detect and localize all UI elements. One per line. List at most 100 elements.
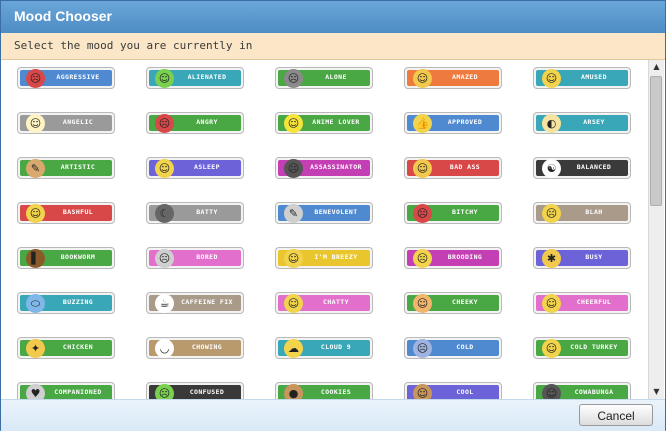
mood-button-arsey[interactable]: ◐ ARSEY: [533, 112, 631, 134]
mood-button-brooding[interactable]: ☹ BROODING: [404, 247, 502, 269]
mood-label: BALANCED: [576, 163, 612, 171]
mood-button-alone[interactable]: ☹ ALONE: [275, 67, 373, 89]
mood-button-face: ✦ CHICKEN: [20, 339, 112, 358]
mood-button-caffeine-fix[interactable]: ☕ CAFFEINE FIX: [146, 292, 244, 314]
mood-button-face: ☺ ANIME LOVER: [278, 114, 370, 133]
mood-button-cool[interactable]: ☺ COOL: [404, 382, 502, 399]
scroll-up-arrow-icon[interactable]: ▲: [650, 60, 663, 74]
mood-chooser-dialog: Mood Chooser Select the mood you are cur…: [0, 0, 666, 431]
mood-button-face: ☺ CHEERFUL: [536, 294, 628, 313]
mood-button-benevolent[interactable]: ✎ BENEVOLENT: [275, 202, 373, 224]
mood-button-aggressive[interactable]: ☹ AGGRESSIVE: [17, 67, 115, 89]
mood-button-i-m-breezy[interactable]: ☺ I'M BREEZY: [275, 247, 373, 269]
bitchy-faces-icon: ☹: [413, 204, 432, 223]
scroll-down-arrow-icon[interactable]: ▼: [650, 385, 663, 399]
companioned-icon: ♥: [26, 384, 45, 399]
mood-label: CHEEKY: [452, 298, 478, 306]
mood-button-cheerful[interactable]: ☺ CHEERFUL: [533, 292, 631, 314]
mood-label: COLD TURKEY: [570, 343, 618, 351]
mood-button-blah[interactable]: ☹ BLAH: [533, 202, 631, 224]
mood-button-chicken[interactable]: ✦ CHICKEN: [17, 337, 115, 359]
mood-button-cold[interactable]: ☹ COLD: [404, 337, 502, 359]
mood-label: BUZZING: [62, 298, 94, 306]
vertical-scrollbar[interactable]: ▲ ▼: [648, 60, 664, 399]
cheeky-face-icon: ☺: [413, 294, 432, 313]
mood-button-bored[interactable]: ☹ BORED: [146, 247, 244, 269]
bat-icon: ☾: [155, 204, 174, 223]
mood-label: BASHFUL: [62, 208, 94, 216]
mood-label: CHEERFUL: [576, 298, 612, 306]
cancel-button[interactable]: Cancel: [579, 404, 653, 426]
mood-button-face: ☺ COLD TURKEY: [536, 339, 628, 358]
mood-button-amused[interactable]: ☺ AMUSED: [533, 67, 631, 89]
mood-button-angelic[interactable]: ☺ ANGELIC: [17, 112, 115, 134]
mood-button-cheeky[interactable]: ☺ CHEEKY: [404, 292, 502, 314]
mood-button-alienated[interactable]: ☺ ALIENATED: [146, 67, 244, 89]
mood-label: AMUSED: [581, 73, 607, 81]
mood-button-amazed[interactable]: ☺ AMAZED: [404, 67, 502, 89]
mood-button-balanced[interactable]: ☯ BALANCED: [533, 157, 631, 179]
mood-button-angry[interactable]: ☹ ANGRY: [146, 112, 244, 134]
cloud-face-icon: ☁: [284, 339, 303, 358]
bashful-face-icon: ☺: [26, 204, 45, 223]
mood-label: CHOWING: [191, 343, 223, 351]
cookie-icon: ●: [284, 384, 303, 399]
mood-label: BUSY: [585, 253, 603, 261]
mood-label: APPROVED: [447, 118, 483, 126]
mood-button-face: ☺ I'M BREEZY: [278, 249, 370, 268]
mood-label: BROODING: [447, 253, 483, 261]
scrollbar-thumb[interactable]: [650, 76, 662, 206]
syringe-icon: ✎: [284, 204, 303, 223]
mood-button-chowing[interactable]: ◡ CHOWING: [146, 337, 244, 359]
mood-label: CONFUSED: [189, 388, 225, 396]
chatty-faces-icon: ☺: [284, 294, 303, 313]
mood-button-cookies[interactable]: ● COOKIES: [275, 382, 373, 399]
mood-button-bitchy[interactable]: ☹ BITCHY: [404, 202, 502, 224]
cold-face-icon: ☹: [413, 339, 432, 358]
mood-button-bad-ass[interactable]: ☺ BAD ASS: [404, 157, 502, 179]
mood-button-face: ☾ BATTY: [149, 204, 241, 223]
mood-button-batty[interactable]: ☾ BATTY: [146, 202, 244, 224]
mood-button-buzzing[interactable]: ⬭ BUZZING: [17, 292, 115, 314]
confused-face-icon: ☹: [155, 384, 174, 399]
breezy-face-icon: ☺: [284, 249, 303, 268]
mood-button-chatty[interactable]: ☺ CHATTY: [275, 292, 373, 314]
mood-button-confused[interactable]: ☹ CONFUSED: [146, 382, 244, 399]
dialog-footer: Cancel: [1, 399, 665, 431]
title-bar[interactable]: Mood Chooser: [1, 1, 665, 33]
mood-grid: ☹ AGGRESSIVE ☺ ALIENATED ☹ ALONE ☺ AMAZED ☺ AMUSE…: [3, 60, 647, 399]
mood-button-face: ☺ AMUSED: [536, 69, 628, 88]
mood-label: BITCHY: [452, 208, 478, 216]
mood-button-face: ◡ CHOWING: [149, 339, 241, 358]
mood-button-bookworm[interactable]: ▌ BOOKWORM: [17, 247, 115, 269]
mood-button-artistic[interactable]: ✎ ARTISTIC: [17, 157, 115, 179]
bored-face-icon: ☹: [155, 249, 174, 268]
mood-button-cold-turkey[interactable]: ☺ COLD TURKEY: [533, 337, 631, 359]
mood-button-approved[interactable]: 👍 APPROVED: [404, 112, 502, 134]
mood-label: ANGELIC: [62, 118, 94, 126]
mood-button-face: ⬭ BUZZING: [20, 294, 112, 313]
mood-button-anime-lover[interactable]: ☺ ANIME LOVER: [275, 112, 373, 134]
mood-button-face: ☹ ALONE: [278, 69, 370, 88]
yin-yang-icon: ☯: [542, 159, 561, 178]
mood-label: COOKIES: [320, 388, 352, 396]
dialog-title: Mood Chooser: [14, 8, 112, 24]
mood-button-face: ✱ BUSY: [536, 249, 628, 268]
mood-button-cowabunga[interactable]: ☺ COWABUNGA: [533, 382, 631, 399]
mood-label: BAD ASS: [449, 163, 481, 171]
mood-button-cloud-9[interactable]: ☁ CLOUD 9: [275, 337, 373, 359]
book-icon: ▌: [26, 249, 45, 268]
mood-label: CHICKEN: [62, 343, 94, 351]
alien-gray-icon: ☹: [284, 69, 303, 88]
angry-face-icon: ☹: [26, 69, 45, 88]
mood-button-busy[interactable]: ✱ BUSY: [533, 247, 631, 269]
mood-button-bashful[interactable]: ☺ BASHFUL: [17, 202, 115, 224]
angry-red-face-icon: ☹: [155, 114, 174, 133]
mood-button-asleep[interactable]: ☺ ASLEEP: [146, 157, 244, 179]
mood-label: ANGRY: [196, 118, 218, 126]
mood-button-assassinator[interactable]: ☹ ASSASSINATOR: [275, 157, 373, 179]
mood-label: CAFFEINE FIX: [181, 298, 233, 306]
cheerful-face-icon: ☺: [542, 294, 561, 313]
mood-button-companioned[interactable]: ♥ COMPANIONED: [17, 382, 115, 399]
mood-button-face: ☹ BLAH: [536, 204, 628, 223]
